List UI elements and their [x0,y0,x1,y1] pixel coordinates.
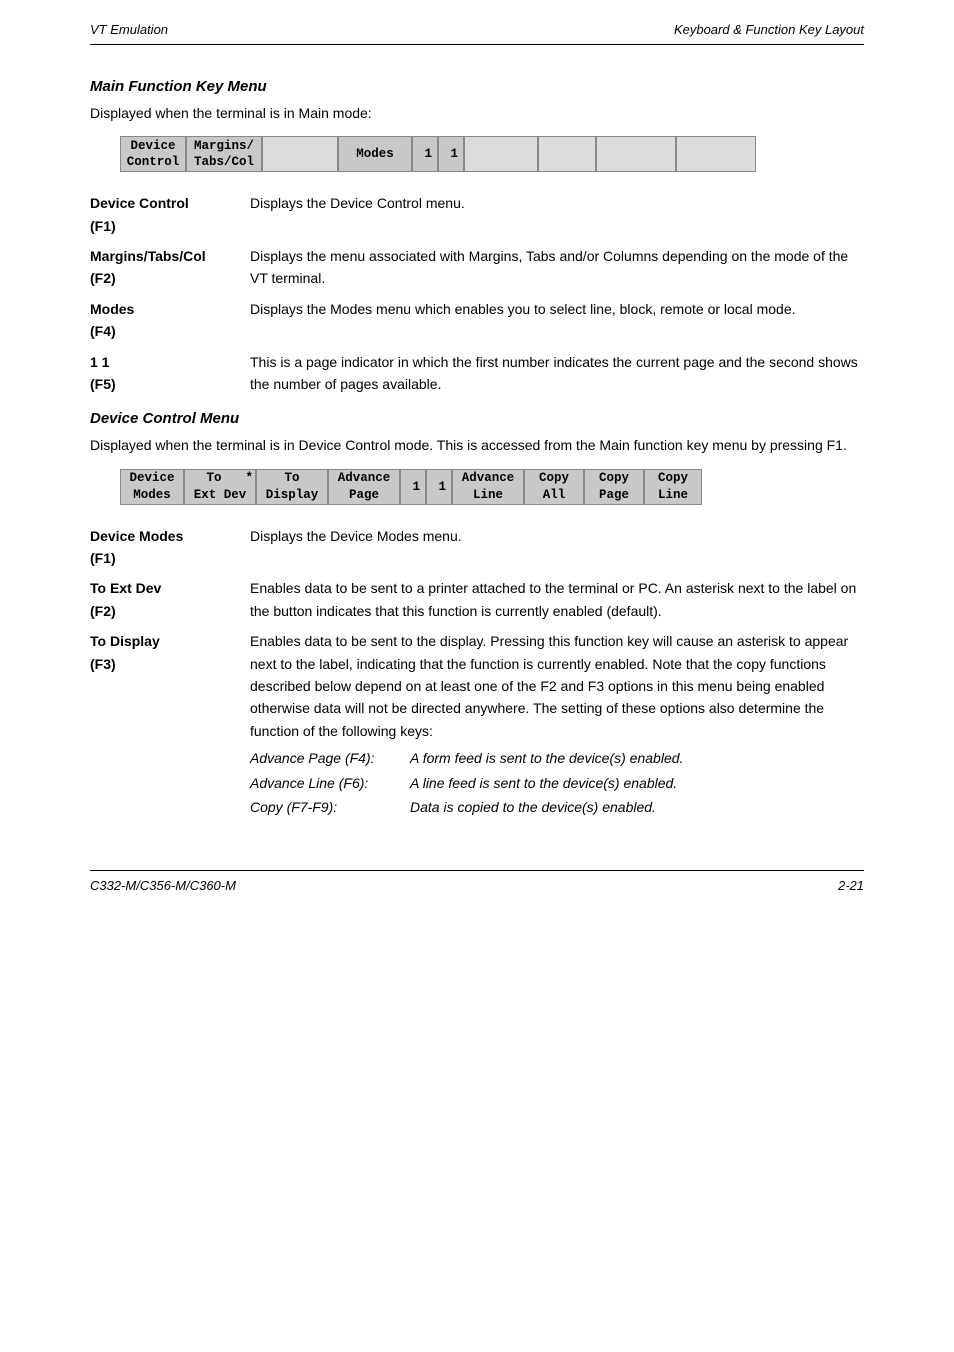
def-margins-tabs-col: Margins/Tabs/Col (F2) Displays the menu … [90,245,864,290]
page-header: VT Emulation Keyboard & Function Key Lay… [90,20,864,45]
footer-right: 2-21 [838,876,864,897]
subitem-copy: Copy (F7-F9): Data is copied to the devi… [250,796,864,818]
menu2-f9-copy-line: Copy Line [644,469,702,505]
section-title-device-control-menu: Device Control Menu [90,407,864,431]
menu2-f7-copy-all: Copy All [524,469,584,505]
menu2-f2-to-ext-dev: To * Ext Dev [184,469,256,505]
def-device-modes: Device Modes (F1) Displays the Device Mo… [90,525,864,570]
main-menu-definitions: Device Control (F1) Displays the Device … [90,192,864,395]
def-modes: Modes (F4) Displays the Modes menu which… [90,298,864,343]
menu2-f5b-page-total: 1 [426,469,452,505]
menu1-f2-margins-tabs-col: Margins/ Tabs/Col [186,136,262,172]
def-device-control: Device Control (F1) Displays the Device … [90,192,864,237]
menu2-f4-advance-page: Advance Page [328,469,400,505]
main-menu-intro: Displayed when the terminal is in Main m… [90,102,864,124]
menu1-f8-empty [596,136,676,172]
menu2-f3-to-display: To Display [256,469,328,505]
subitem-advance-line: Advance Line (F6): A line feed is sent t… [250,772,864,794]
menu2-f1-device-modes: Device Modes [120,469,184,505]
menu1-f7-empty [538,136,596,172]
main-function-key-menu: Device Control Margins/ Tabs/Col Modes 1… [120,136,834,172]
menu2-f8-copy-page: Copy Page [584,469,644,505]
page-footer: C332-M/C356-M/C360-M 2-21 [90,870,864,897]
def-to-display: To Display (F3) Enables data to be sent … [90,630,864,830]
footer-left: C332-M/C356-M/C360-M [90,876,236,897]
header-right: Keyboard & Function Key Layout [674,20,864,41]
menu2-f5a-page-current: 1 [400,469,426,505]
section-title-main-menu: Main Function Key Menu [90,75,864,99]
menu1-f1-device-control: Device Control [120,136,186,172]
subitem-advance-page: Advance Page (F4): A form feed is sent t… [250,747,864,769]
menu1-f6-empty [464,136,538,172]
device-control-menu: Device Modes To * Ext Dev To Display Adv… [120,469,834,505]
header-left: VT Emulation [90,20,168,41]
copy-function-sublist: Advance Page (F4): A form feed is sent t… [250,747,864,818]
menu1-f9-empty [676,136,756,172]
def-page-indicator: 1 1 (F5) This is a page indicator in whi… [90,351,864,396]
def-to-ext-dev: To Ext Dev (F2) Enables data to be sent … [90,577,864,622]
menu2-f6-advance-line: Advance Line [452,469,524,505]
menu1-f4-modes: Modes [338,136,412,172]
dc-menu-intro: Displayed when the terminal is in Device… [90,434,864,456]
menu1-f5b-page-total: 1 [438,136,464,172]
asterisk-icon: * [241,470,253,486]
menu1-f5a-page-current: 1 [412,136,438,172]
device-control-definitions: Device Modes (F1) Displays the Device Mo… [90,525,864,831]
menu1-f3-empty [262,136,338,172]
